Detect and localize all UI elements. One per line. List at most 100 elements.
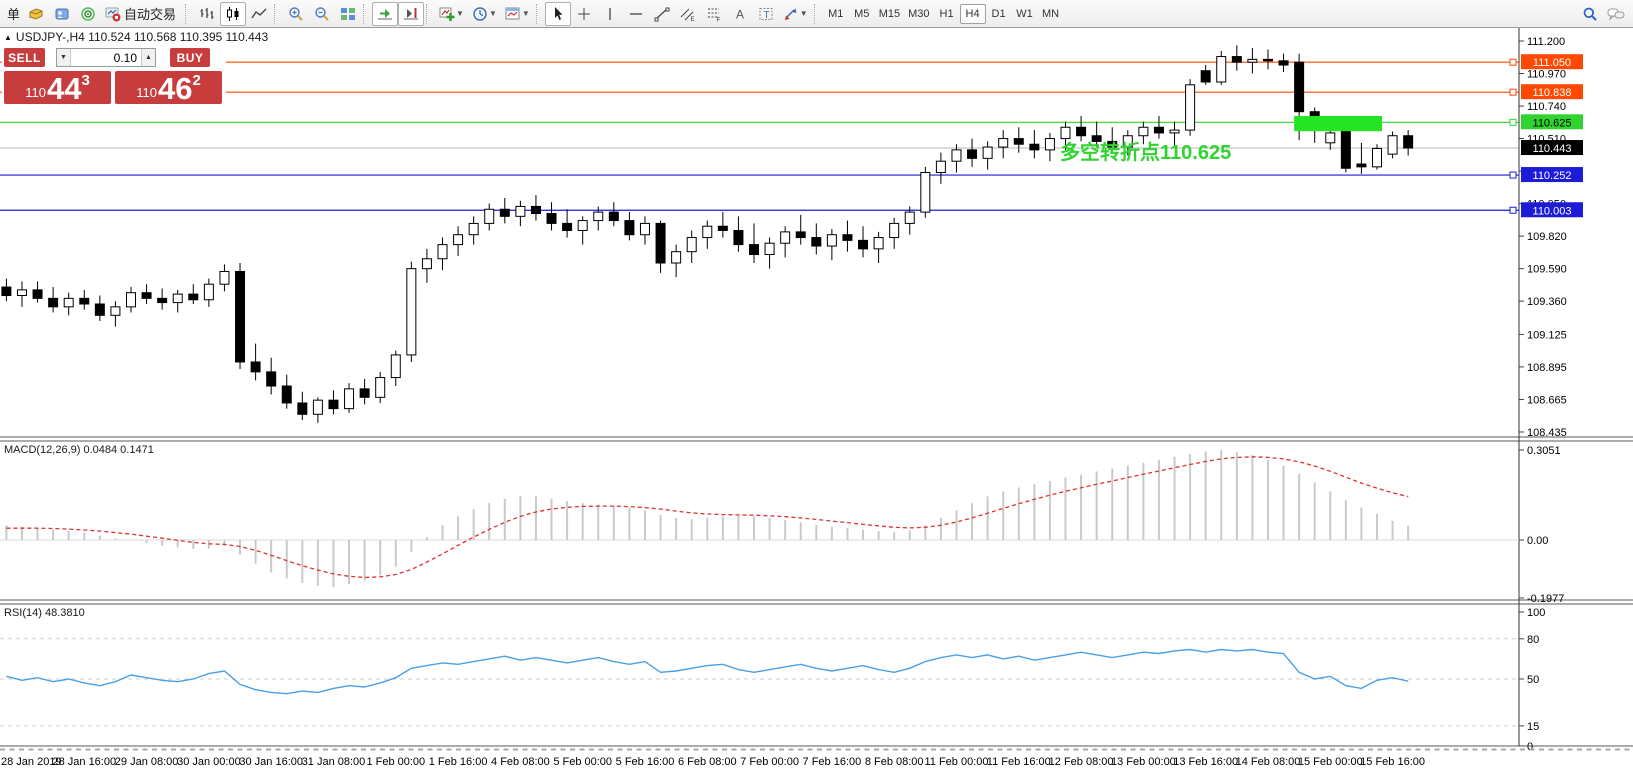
chart-window[interactable]: 111.200110.970110.740110.510110.280110.0… <box>0 28 1633 774</box>
volume-input[interactable] <box>71 49 141 66</box>
toolbar-grip <box>814 4 819 24</box>
svg-text:110.970: 110.970 <box>1527 69 1566 81</box>
chart-shift-icon <box>403 6 419 22</box>
auto-scroll-button[interactable] <box>372 2 398 26</box>
arrows-tool-button[interactable]: ▼ <box>779 2 812 26</box>
crosshair-tool-button[interactable] <box>571 2 597 26</box>
svg-text:110.252: 110.252 <box>1533 170 1572 182</box>
svg-text:111.200: 111.200 <box>1527 36 1565 48</box>
collapse-panel-icon[interactable]: ▲ <box>4 33 12 42</box>
macd-pane: 0.30510.00-0.1977 <box>0 445 1564 605</box>
timeframe-button-H1[interactable]: H1 <box>934 4 960 24</box>
sell-price-big: 44 <box>47 76 81 102</box>
fibonacci-tool-button[interactable]: F <box>701 2 727 26</box>
svg-text:110.838: 110.838 <box>1533 87 1572 99</box>
volume-spinner: ▼ ▲ <box>56 48 156 67</box>
horizontal-line-tool-button[interactable] <box>623 2 649 26</box>
timeframe-button-MN[interactable]: MN <box>1038 4 1064 24</box>
svg-text:E: E <box>690 17 694 22</box>
cursor-tool-button[interactable] <box>545 2 571 26</box>
main-toolbar: 单 自动交易 <box>0 0 1633 28</box>
yellow-book-icon <box>28 6 44 22</box>
rsi-indicator-label: RSI(14) 48.3810 <box>4 607 85 619</box>
buy-button[interactable]: BUY <box>170 48 210 67</box>
auto-scroll-icon <box>377 6 393 22</box>
svg-text:13 Feb 16:00: 13 Feb 16:00 <box>1173 756 1238 768</box>
indicators-button[interactable]: ▼ <box>435 2 468 26</box>
timeframe-button-M5[interactable]: M5 <box>849 4 875 24</box>
svg-text:4 Feb 08:00: 4 Feb 08:00 <box>491 756 550 768</box>
svg-text:108.665: 108.665 <box>1527 394 1567 406</box>
buy-price-box[interactable]: 110 46 2 <box>115 71 222 104</box>
turning-point-box[interactable] <box>1294 116 1382 131</box>
sell-price-box[interactable]: 110 44 3 <box>4 71 111 104</box>
new-order-label[interactable]: 单 <box>7 4 20 23</box>
toolbar-grip <box>363 4 368 24</box>
macd-indicator-label: MACD(12,26,9) 0.0484 0.1471 <box>4 444 154 456</box>
svg-text:F: F <box>716 17 720 22</box>
svg-text:7 Feb 00:00: 7 Feb 00:00 <box>740 756 799 768</box>
tile-windows-button[interactable] <box>335 2 361 26</box>
text-label-tool-button[interactable]: T <box>753 2 779 26</box>
time-axis[interactable]: 28 Jan 201928 Jan 16:0029 Jan 08:0030 Ja… <box>0 750 1633 769</box>
line-chart-button[interactable] <box>246 2 272 26</box>
buy-price-big: 46 <box>158 76 192 102</box>
vertical-line-icon <box>602 6 618 22</box>
search-button[interactable] <box>1577 2 1603 26</box>
chart-canvas[interactable]: 111.200110.970110.740110.510110.280110.0… <box>0 28 1633 774</box>
market-watch-icon[interactable] <box>49 2 75 26</box>
add-indicator-icon <box>439 6 455 22</box>
svg-text:6 Feb 08:00: 6 Feb 08:00 <box>678 756 737 768</box>
svg-text:T: T <box>763 10 769 21</box>
timeframe-button-M15[interactable]: M15 <box>875 4 904 24</box>
text-icon: A <box>732 6 748 22</box>
sell-button[interactable]: SELL <box>4 48 45 67</box>
timeframe-button-M1[interactable]: M1 <box>823 4 849 24</box>
timeframe-button-H4[interactable]: H4 <box>960 4 986 24</box>
svg-text:11 Feb 00:00: 11 Feb 00:00 <box>924 756 988 768</box>
history-center-icon[interactable] <box>23 2 49 26</box>
volume-decrease-button[interactable]: ▼ <box>57 49 71 66</box>
svg-text:28 Jan 16:00: 28 Jan 16:00 <box>52 756 116 768</box>
svg-text:110.740: 110.740 <box>1527 101 1566 113</box>
svg-text:8 Feb 08:00: 8 Feb 08:00 <box>865 756 924 768</box>
rsi-pane: 1008050150 <box>0 607 1545 753</box>
clock-icon <box>472 6 488 22</box>
chart-shift-button[interactable] <box>398 2 424 26</box>
crosshair-icon <box>576 6 592 22</box>
periods-button[interactable]: ▼ <box>468 2 501 26</box>
bar-chart-button[interactable] <box>194 2 220 26</box>
channel-tool-button[interactable]: E <box>675 2 701 26</box>
templates-button[interactable]: ▼ <box>501 2 534 26</box>
blue-profile-icon <box>54 6 70 22</box>
zoom-out-button[interactable] <box>309 2 335 26</box>
timeframe-toolbar: M1M5M15M30H1H4D1W1MN <box>823 4 1064 24</box>
turning-point-annotation[interactable]: 多空转折点110.625 <box>1060 136 1231 165</box>
signals-icon[interactable] <box>75 2 101 26</box>
toolbar-grip <box>426 4 431 24</box>
green-signal-icon <box>80 6 96 22</box>
volume-increase-button[interactable]: ▲ <box>141 49 155 66</box>
svg-text:5 Feb 00:00: 5 Feb 00:00 <box>553 756 612 768</box>
autotrading-button[interactable]: 自动交易 <box>101 2 183 26</box>
vertical-line-tool-button[interactable] <box>597 2 623 26</box>
svg-text:110.003: 110.003 <box>1533 205 1572 217</box>
text-label-icon: T <box>758 6 774 22</box>
svg-text:110.625: 110.625 <box>1533 117 1572 129</box>
fibonacci-icon: F <box>706 6 722 22</box>
trendline-tool-button[interactable] <box>649 2 675 26</box>
zoom-in-button[interactable] <box>283 2 309 26</box>
chat-bubbles-icon <box>1607 6 1625 22</box>
one-click-trading-panel: SELL ▼ ▲ BUY 110 44 3 110 <box>4 48 222 104</box>
sell-price-prefix: 110 <box>25 85 46 100</box>
chat-button[interactable] <box>1603 2 1629 26</box>
chart-title-row: ▲ USDJPY-,H4 110.524 110.568 110.395 110… <box>4 30 268 44</box>
candlestick-chart-button[interactable] <box>220 2 246 26</box>
svg-text:-0.1977: -0.1977 <box>1527 593 1564 605</box>
timeframe-button-W1[interactable]: W1 <box>1012 4 1038 24</box>
timeframe-button-D1[interactable]: D1 <box>986 4 1012 24</box>
dropdown-caret-icon: ▼ <box>800 9 808 18</box>
svg-text:14 Feb 08:00: 14 Feb 08:00 <box>1236 756 1301 768</box>
timeframe-button-M30[interactable]: M30 <box>904 4 933 24</box>
text-tool-button[interactable]: A <box>727 2 753 26</box>
